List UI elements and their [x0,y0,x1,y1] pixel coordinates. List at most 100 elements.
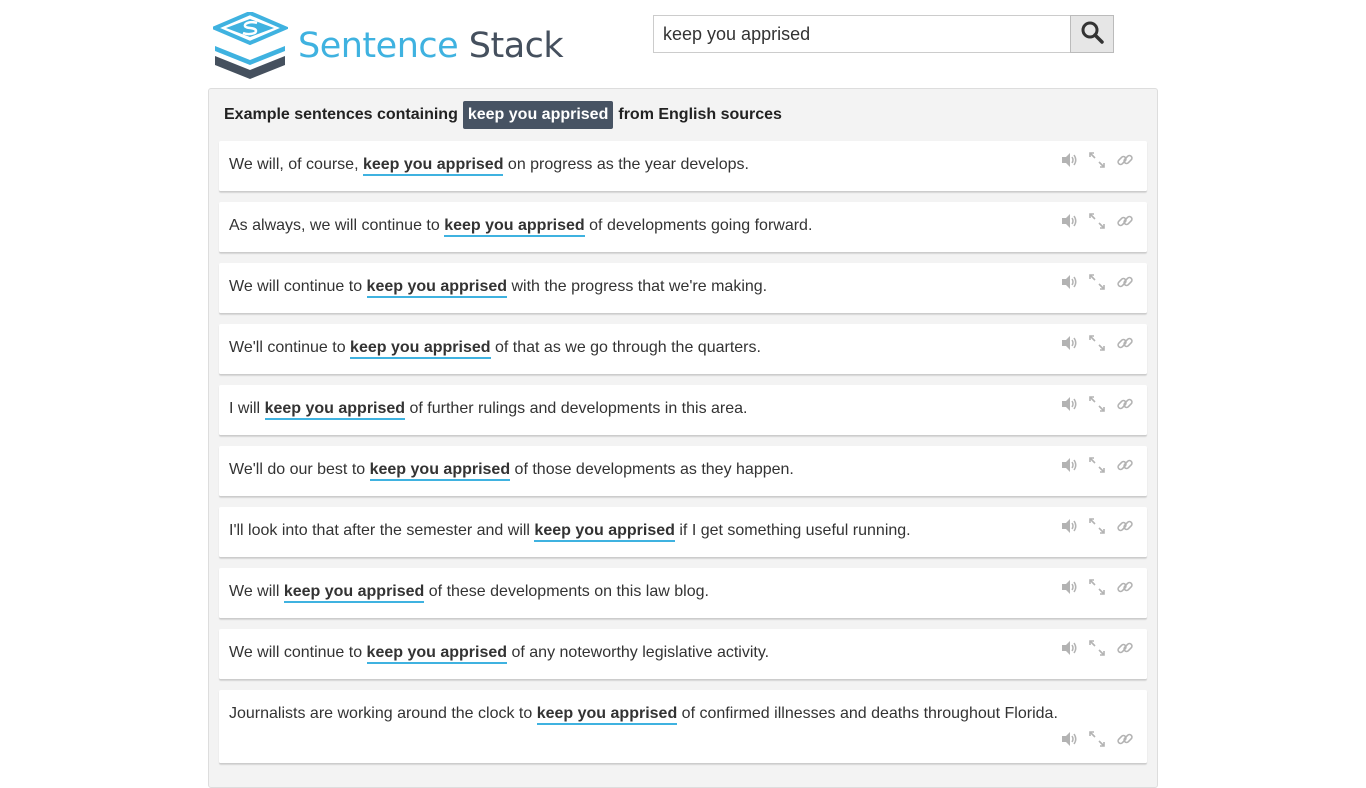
sentence-actions [1060,639,1134,657]
sentence-actions [1060,151,1134,169]
link-icon[interactable] [1116,517,1134,535]
expand-icon[interactable] [1088,578,1106,596]
heading-prefix: Example sentences containing [224,106,458,123]
expand-icon[interactable] [1088,517,1106,535]
speaker-icon[interactable] [1060,639,1078,657]
brand-name: Sentence Stack [298,26,564,66]
expand-icon[interactable] [1088,730,1106,748]
link-icon[interactable] [1116,456,1134,474]
speaker-icon[interactable] [1060,151,1078,169]
sentence-actions [1060,578,1134,596]
speaker-icon[interactable] [1060,273,1078,291]
speaker-icon[interactable] [1060,730,1078,748]
highlighted-phrase-link[interactable]: keep you apprised [283,583,425,603]
sentence-text: We will continue to keep you apprised of… [229,644,770,664]
sentence-actions [1060,273,1134,291]
highlighted-phrase-link[interactable]: keep you apprised [366,644,508,664]
sentence-actions [1060,395,1134,413]
site-logo[interactable]: Sentence Stack [213,12,564,80]
link-icon[interactable] [1116,395,1134,413]
heading-suffix: from English sources [618,106,782,123]
highlighted-phrase-link[interactable]: keep you apprised [366,278,508,298]
link-icon[interactable] [1116,639,1134,657]
expand-icon[interactable] [1088,456,1106,474]
sentence-text: We will continue to keep you apprised wi… [229,278,768,298]
link-icon[interactable] [1116,273,1134,291]
sentence-before: We will continue to [229,644,367,661]
expand-icon[interactable] [1088,334,1106,352]
link-icon[interactable] [1116,151,1134,169]
highlighted-phrase-link[interactable]: keep you apprised [264,400,406,420]
speaker-icon[interactable] [1060,212,1078,230]
speaker-icon[interactable] [1060,517,1078,535]
sentence-after: of these developments on this law blog. [424,583,709,600]
sentence-actions [1060,334,1134,352]
expand-icon[interactable] [1088,212,1106,230]
highlighted-phrase-link[interactable]: keep you apprised [534,522,675,542]
sentence-text: I'll look into that after the semester a… [229,522,911,542]
expand-icon[interactable] [1088,395,1106,413]
sentence-card: We will continue to keep you apprised wi… [219,263,1147,314]
sentence-card: We will, of course, keep you apprised on… [219,141,1147,192]
sentence-card: We'll continue to keep you apprised of t… [219,324,1147,375]
sentence-text: Journalists are working around the clock… [229,705,1058,725]
sentence-card: I'll look into that after the semester a… [219,507,1147,558]
stack-logo-icon [213,12,288,80]
brand-word-1: Sentence [298,26,459,66]
sentence-after: of those developments as they happen. [510,461,794,478]
link-icon[interactable] [1116,730,1134,748]
sentence-after: on progress as the year develops. [503,156,749,173]
speaker-icon[interactable] [1060,334,1078,352]
sentence-before: Journalists are working around the clock… [229,705,537,722]
site-header: Sentence Stack [0,0,1366,88]
sentence-before: We will [229,583,284,600]
sentence-before: I will [229,400,265,417]
expand-icon[interactable] [1088,639,1106,657]
sentence-card: We'll do our best to keep you apprised o… [219,446,1147,497]
expand-icon[interactable] [1088,151,1106,169]
sentence-after: of that as we go through the quarters. [490,339,761,356]
sentence-before: We will continue to [229,278,367,295]
sentence-card: As always, we will continue to keep you … [219,202,1147,253]
search-input[interactable] [653,15,1071,53]
sentence-card: We will continue to keep you apprised of… [219,629,1147,680]
sentence-card: Journalists are working around the clock… [219,690,1147,764]
search-term-chip: keep you apprised [462,101,614,129]
sentence-actions [1060,730,1134,748]
link-icon[interactable] [1116,334,1134,352]
search-icon [1080,20,1104,49]
highlighted-phrase-link[interactable]: keep you apprised [369,461,511,481]
sentence-before: We will, of course, [229,156,363,173]
highlighted-phrase-link[interactable]: keep you apprised [350,339,491,359]
speaker-icon[interactable] [1060,395,1078,413]
highlighted-phrase-link[interactable]: keep you apprised [444,217,585,237]
sentence-before: We'll continue to [229,339,351,356]
search-bar [653,15,1114,53]
results-panel: Example sentences containing keep you ap… [208,88,1158,788]
sentence-text: We'll continue to keep you apprised of t… [229,339,761,359]
sentence-after: of confirmed illnesses and deaths throug… [677,705,1058,722]
speaker-icon[interactable] [1060,456,1078,474]
sentence-actions [1060,456,1134,474]
sentence-before: I'll look into that after the semester a… [229,522,535,539]
sentence-after: of further rulings and developments in t… [405,400,748,417]
speaker-icon[interactable] [1060,578,1078,596]
sentence-after: with the progress that we're making. [507,278,768,295]
sentence-after: of any noteworthy legislative activity. [507,644,770,661]
link-icon[interactable] [1116,212,1134,230]
highlighted-phrase-link[interactable]: keep you apprised [536,705,678,725]
sentence-text: We will, of course, keep you apprised on… [229,156,749,176]
brand-word-2: Stack [468,26,564,66]
sentence-text: As always, we will continue to keep you … [229,217,812,237]
link-icon[interactable] [1116,578,1134,596]
sentence-card: I will keep you apprised of further ruli… [219,385,1147,436]
expand-icon[interactable] [1088,273,1106,291]
sentence-actions [1060,517,1134,535]
sentence-actions [1060,212,1134,230]
sentence-before: We'll do our best to [229,461,370,478]
search-button[interactable] [1070,15,1114,53]
sentence-text: We will keep you apprised of these devel… [229,583,709,603]
sentence-after: if I get something useful running. [674,522,911,539]
highlighted-phrase-link[interactable]: keep you apprised [362,156,504,176]
sentence-before: As always, we will continue to [229,217,445,234]
